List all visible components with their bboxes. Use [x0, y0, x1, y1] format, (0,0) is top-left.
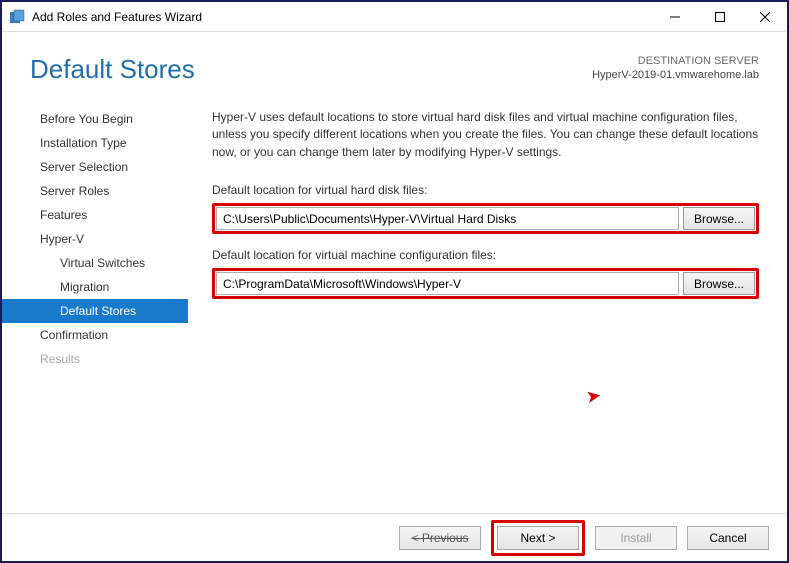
nav-item-hyper-v[interactable]: Hyper-V — [2, 227, 188, 251]
page-title: Default Stores — [30, 54, 592, 85]
next-button-highlight: Next > — [491, 520, 585, 556]
minimize-button[interactable] — [652, 2, 697, 31]
install-button: Install — [595, 526, 677, 550]
nav-item-confirmation[interactable]: Confirmation — [2, 323, 188, 347]
vhd-location-label: Default location for virtual hard disk f… — [212, 183, 759, 197]
wizard-nav: Before You BeginInstallation TypeServer … — [2, 95, 188, 495]
vm-config-browse-button[interactable]: Browse... — [683, 272, 755, 295]
nav-item-migration[interactable]: Migration — [2, 275, 188, 299]
wizard-footer: < Previous Next > Install Cancel — [2, 513, 787, 561]
content-pane: Hyper-V uses default locations to store … — [188, 95, 787, 495]
vm-config-location-label: Default location for virtual machine con… — [212, 248, 759, 262]
vm-config-location-row: Browse... — [212, 268, 759, 299]
destination-value: HyperV-2019-01.vmwarehome.lab — [592, 68, 759, 82]
nav-item-server-roles[interactable]: Server Roles — [2, 179, 188, 203]
cancel-button[interactable]: Cancel — [687, 526, 769, 550]
server-manager-icon — [9, 9, 25, 25]
header: Default Stores DESTINATION SERVER HyperV… — [2, 32, 787, 95]
window-title: Add Roles and Features Wizard — [32, 10, 202, 24]
nav-item-default-stores[interactable]: Default Stores — [2, 299, 188, 323]
intro-text: Hyper-V uses default locations to store … — [212, 109, 759, 161]
titlebar: Add Roles and Features Wizard — [2, 2, 787, 32]
nav-item-server-selection[interactable]: Server Selection — [2, 155, 188, 179]
destination-server-block: DESTINATION SERVER HyperV-2019-01.vmware… — [592, 54, 759, 83]
nav-item-before-you-begin[interactable]: Before You Begin — [2, 107, 188, 131]
destination-label: DESTINATION SERVER — [592, 54, 759, 68]
nav-item-features[interactable]: Features — [2, 203, 188, 227]
nav-item-results: Results — [2, 347, 188, 371]
next-button[interactable]: Next > — [497, 526, 579, 550]
close-button[interactable] — [742, 2, 787, 31]
vm-config-path-input[interactable] — [216, 272, 679, 295]
vhd-browse-button[interactable]: Browse... — [683, 207, 755, 230]
nav-item-installation-type[interactable]: Installation Type — [2, 131, 188, 155]
nav-item-virtual-switches[interactable]: Virtual Switches — [2, 251, 188, 275]
vhd-path-input[interactable] — [216, 207, 679, 230]
previous-button[interactable]: < Previous — [399, 526, 481, 550]
vhd-location-row: Browse... — [212, 203, 759, 234]
maximize-button[interactable] — [697, 2, 742, 31]
